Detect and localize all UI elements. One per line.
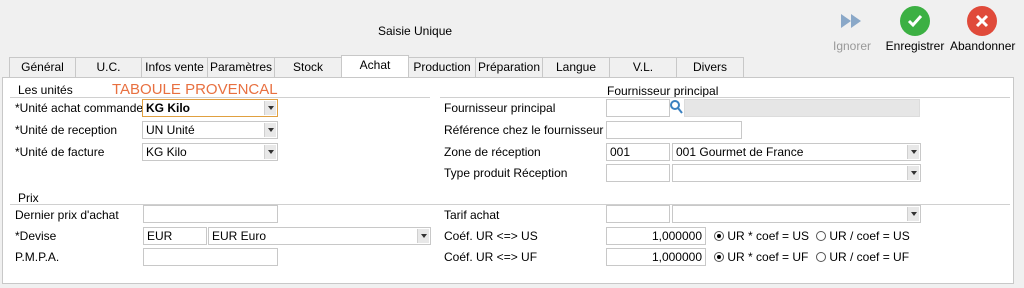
tab-uc[interactable]: U.C. (75, 57, 142, 77)
close-icon (967, 6, 997, 36)
window-title: Saisie Unique (378, 24, 453, 38)
reception-unit-label: *Unité de reception (15, 123, 118, 137)
currency-code-input[interactable]: EUR (143, 227, 207, 245)
chevron-down-icon[interactable] (264, 123, 276, 137)
purchase-order-unit-select[interactable]: KG Kilo (142, 99, 278, 117)
reception-unit-value: UN Unité (146, 123, 195, 137)
tariff-select[interactable] (672, 205, 921, 223)
reception-type-select[interactable] (672, 164, 921, 182)
radio-selected-icon[interactable] (714, 231, 724, 241)
tab-preparation[interactable]: Préparation (475, 57, 543, 77)
tab-vl[interactable]: V.L. (609, 57, 677, 77)
reception-zone-value: 001 Gourmet de France (676, 145, 804, 159)
main-supplier-name-display (684, 99, 920, 117)
reception-type-code-input[interactable] (606, 164, 670, 182)
coef-us-option-multiply-label: UR * coef = US (727, 229, 810, 243)
currency-label: *Devise (15, 229, 57, 243)
price-section-label: Prix (18, 191, 39, 205)
pmpa-label: P.M.P.A. (15, 250, 60, 264)
coef-us-option-multiply[interactable]: UR * coef = US (714, 229, 809, 243)
tab-stock[interactable]: Stock (274, 57, 342, 77)
tab-achat[interactable]: Achat (341, 55, 409, 77)
cancel-button[interactable]: Abandonner (950, 6, 1016, 53)
chevron-down-icon[interactable] (264, 101, 276, 115)
reception-unit-select[interactable]: UN Unité (142, 121, 278, 139)
chevron-down-icon[interactable] (907, 166, 919, 180)
supplier-divider (440, 97, 1010, 98)
last-price-input[interactable] (143, 205, 278, 223)
save-button[interactable]: Enregistrer (883, 6, 947, 53)
currency-value: EUR Euro (212, 229, 267, 243)
check-icon (900, 6, 930, 36)
tab-production[interactable]: Production (408, 57, 476, 77)
coef-us-option-divide-label: UR / coef = US (829, 229, 910, 243)
radio-unselected-icon[interactable] (816, 231, 826, 241)
coef-us-option-divide[interactable]: UR / coef = US (816, 229, 910, 243)
pmpa-input[interactable] (143, 248, 278, 266)
chevron-down-icon[interactable] (264, 145, 276, 159)
radio-selected-icon[interactable] (714, 252, 724, 262)
tariff-code-input[interactable] (606, 205, 670, 223)
coef-us-input[interactable]: 1,000000 (606, 227, 706, 245)
last-price-label: Dernier prix d'achat (15, 208, 119, 222)
ignore-label: Ignorer (832, 39, 872, 53)
reception-type-label: Type produit Réception (444, 166, 568, 180)
save-label: Enregistrer (885, 39, 945, 53)
tab-divers[interactable]: Divers (676, 57, 744, 77)
invoice-unit-value: KG Kilo (146, 145, 187, 159)
chevron-down-icon[interactable] (417, 229, 429, 243)
tab-parametres[interactable]: Paramètres (207, 57, 275, 77)
tab-bar: Général U.C. Infos vente Paramètres Stoc… (9, 55, 744, 77)
coef-uf-option-divide-label: UR / coef = UF (829, 250, 910, 264)
coef-uf-input[interactable]: 1,000000 (606, 248, 706, 266)
units-section-label: Les unités (18, 83, 73, 97)
reception-zone-select[interactable]: 001 Gourmet de France (672, 143, 921, 161)
chevron-down-icon[interactable] (907, 145, 919, 159)
reception-zone-label: Zone de réception (444, 145, 541, 159)
supplier-ref-label: Référence chez le fournisseur (444, 123, 604, 137)
tab-infos-vente[interactable]: Infos vente (141, 57, 208, 77)
invoice-unit-select[interactable]: KG Kilo (142, 143, 278, 161)
supplier-section-label: Fournisseur principal (607, 84, 719, 98)
tariff-label: Tarif achat (444, 208, 500, 222)
purchase-order-unit-label: *Unité achat commande (15, 101, 144, 115)
fast-forward-icon (820, 6, 884, 36)
main-supplier-label: Fournisseur principal (444, 101, 556, 115)
reception-zone-code-input[interactable]: 001 (606, 143, 670, 161)
invoice-unit-label: *Unité de facture (15, 145, 105, 159)
coef-uf-option-divide[interactable]: UR / coef = UF (816, 250, 909, 264)
coef-uf-label: Coéf. UR <=> UF (444, 250, 538, 264)
search-icon[interactable] (669, 99, 683, 115)
currency-select[interactable]: EUR Euro (208, 227, 431, 245)
purchase-order-unit-value: KG Kilo (146, 101, 190, 115)
product-name: TABOULE PROVENCAL (112, 81, 278, 98)
chevron-down-icon[interactable] (907, 207, 919, 221)
cancel-label: Abandonner (950, 39, 1016, 53)
tab-general[interactable]: Général (9, 57, 76, 77)
units-divider (10, 97, 430, 98)
coef-uf-option-multiply[interactable]: UR * coef = UF (714, 250, 808, 264)
coef-uf-option-multiply-label: UR * coef = UF (727, 250, 809, 264)
tab-langue[interactable]: Langue (542, 57, 610, 77)
main-supplier-code-input[interactable] (606, 99, 670, 117)
supplier-ref-input[interactable] (606, 121, 742, 139)
radio-unselected-icon[interactable] (816, 252, 826, 262)
ignore-button[interactable]: Ignorer (820, 6, 884, 53)
coef-us-label: Coéf. UR <=> US (444, 229, 538, 243)
